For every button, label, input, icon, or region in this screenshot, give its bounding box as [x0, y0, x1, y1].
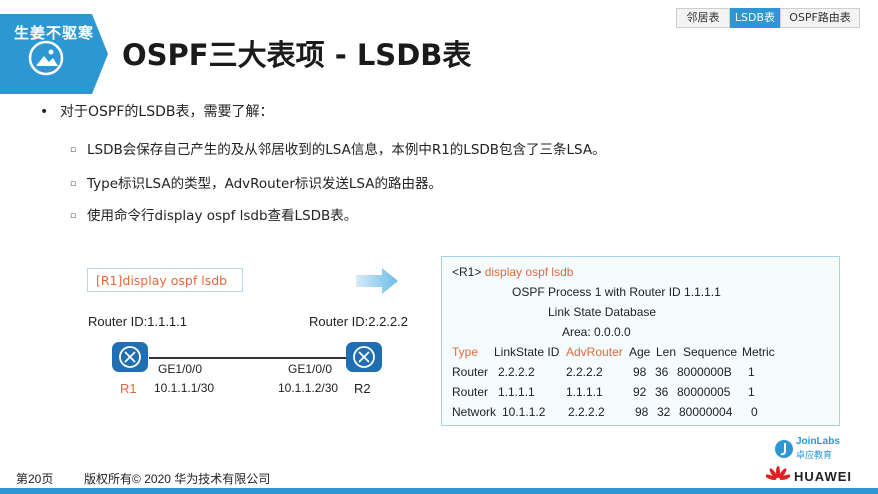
cell-metric: 1 [748, 385, 755, 399]
cell-metric: 1 [748, 365, 755, 379]
cell-linkstate-id: 10.1.1.2 [502, 405, 546, 419]
r2-ip: 10.1.1.2/30 [278, 381, 339, 395]
huawei-logo: HUAWEI [766, 466, 866, 488]
cell-advrouter: 2.2.2.2 [566, 365, 603, 379]
cell-type: Router [452, 365, 489, 379]
r1-name: R1 [120, 381, 137, 396]
cell-sequence: 8000000B [677, 365, 732, 379]
output-header-row: Type LinkState ID AdvRouter Age Len Sequ… [452, 345, 832, 361]
bullet-main-text: 对于OSPF的LSDB表，需要了解： [60, 104, 274, 120]
nav-neighbor-table[interactable]: 邻居表 [676, 8, 730, 28]
cell-type: Network [452, 405, 497, 419]
cell-sequence: 80000004 [679, 405, 733, 419]
copyright: 版权所有© 2020 华为技术有限公司 [84, 472, 271, 486]
sub-bullet-text: Type标识LSA的类型，AdvRouter标识发送LSA的路由器。 [87, 176, 442, 192]
cell-len: 32 [657, 405, 671, 419]
joinlabs-text: JoinLabs [796, 436, 840, 447]
router-r2-icon [345, 341, 383, 373]
page-title: OSPF三大表项 - LSDB表 [122, 38, 472, 72]
joinlabs-cn-text: 卓应教育 [796, 451, 833, 461]
output-process-line: OSPF Process 1 with Router ID 1.1.1.1 [512, 285, 721, 299]
table-row: Router 1.1.1.1 1.1.1.1 92 36 80000005 1 [452, 385, 832, 401]
col-type: Type [452, 345, 479, 359]
sub-bullet-text: 使用命令行display ospf lsdb查看LSDB表。 [87, 208, 358, 224]
bullet-dot-icon: • [40, 104, 49, 120]
cell-type: Router [452, 385, 489, 399]
col-len: Len [656, 345, 677, 359]
output-command-line: <R1> display ospf lsdb [452, 265, 573, 279]
sub-bullet-text: LSDB会保存自己产生的及从邻居收到的LSA信息，本例中R1的LSDB包含了三条… [87, 142, 606, 158]
cell-len: 36 [655, 385, 669, 399]
bullet-main: • 对于OSPF的LSDB表，需要了解： [40, 101, 273, 121]
r1-ip: 10.1.1.1/30 [154, 381, 215, 395]
footer: 第20页 版权所有© 2020 华为技术有限公司 [16, 470, 270, 487]
cell-advrouter: 2.2.2.2 [568, 405, 605, 419]
sub-bullet-2: ▫ Type标识LSA的类型，AdvRouter标识发送LSA的路由器。 [70, 172, 442, 192]
table-row: Router 2.2.2.2 2.2.2.2 98 36 8000000B 1 [452, 365, 832, 381]
cell-len: 36 [655, 365, 669, 379]
square-bullet-icon: ▫ [70, 179, 77, 189]
cell-linkstate-id: 2.2.2.2 [498, 365, 535, 379]
square-bullet-icon: ▫ [70, 145, 77, 155]
cell-sequence: 80000005 [677, 385, 731, 399]
huawei-text: HUAWEI [794, 469, 852, 484]
watermark-text: 生姜不驱寒 [14, 24, 95, 42]
square-bullet-icon: ▫ [70, 211, 77, 221]
cell-age: 98 [635, 405, 649, 419]
nav-lsdb-table[interactable]: LSDB表 [730, 8, 780, 28]
col-age: Age [629, 345, 651, 359]
cell-linkstate-id: 1.1.1.1 [498, 385, 535, 399]
arrow-right-icon [356, 266, 400, 300]
r2-interface: GE1/0/0 [288, 362, 333, 376]
bottom-accent-bar [0, 488, 878, 494]
router-r1-icon [111, 341, 149, 373]
output-database-line: Link State Database [548, 305, 657, 319]
r2-name: R2 [354, 381, 371, 396]
cell-age: 98 [633, 365, 647, 379]
sub-bullet-3: ▫ 使用命令行display ospf lsdb查看LSDB表。 [70, 204, 357, 224]
cell-advrouter: 1.1.1.1 [566, 385, 603, 399]
page-number: 第20页 [16, 472, 54, 486]
nav-ospf-route-table[interactable]: OSPF路由表 [780, 8, 860, 28]
r2-router-id: Router ID:2.2.2.2 [309, 314, 408, 329]
col-linkstate-id: LinkState ID [494, 345, 560, 359]
cell-age: 92 [633, 385, 647, 399]
sub-bullet-1: ▫ LSDB会保存自己产生的及从邻居收到的LSA信息，本例中R1的LSDB包含了三… [70, 138, 606, 158]
r1-interface: GE1/0/0 [158, 362, 203, 376]
output-command: display ospf lsdb [484, 265, 574, 279]
joinlabs-logo: JoinLabs 卓应教育 [774, 436, 844, 462]
r1-router-id: Router ID:1.1.1.1 [88, 314, 187, 329]
joinlabs-icon [775, 440, 793, 458]
lsdb-output-panel: <R1> display ospf lsdb OSPF Process 1 wi… [441, 256, 840, 426]
huawei-flower-icon [766, 466, 790, 481]
table-row: Network 10.1.1.2 2.2.2.2 98 32 80000004 … [452, 405, 832, 421]
col-metric: Metric [742, 345, 775, 359]
command-box: [R1]display ospf lsdb [87, 268, 243, 292]
col-advrouter: AdvRouter [566, 345, 623, 359]
cell-metric: 0 [751, 405, 758, 419]
col-sequence: Sequence [683, 345, 738, 359]
link-line [149, 357, 346, 359]
output-area-line: Area: 0.0.0.0 [562, 325, 631, 339]
output-prompt: <R1> [452, 265, 482, 279]
